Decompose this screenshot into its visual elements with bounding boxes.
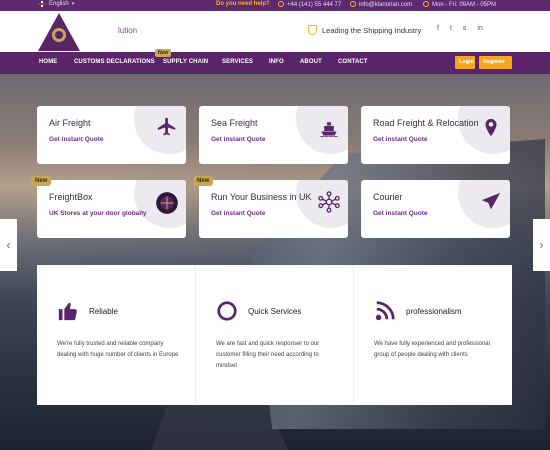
chevron-left-icon: ‹ [6,238,11,252]
feature-description: We have fully experienced and profession… [374,341,490,358]
register-button[interactable]: Register [479,56,512,69]
card-title: Air Freight [49,118,91,128]
language-selector[interactable]: English ▾ [38,1,74,7]
feature-professionalism: professionalism We have fully experience… [353,265,511,405]
hours-text: Mon - Fri: 09AM - 05PM [432,2,497,8]
feature-title: Reliable [89,307,118,316]
clock-icon [423,1,429,7]
card-link[interactable]: Get instant Quote [211,136,266,143]
card-link[interactable]: Get instant Quote [373,136,428,143]
top-bar: English ▾ Do you need help? +44 (141) 55… [0,0,550,11]
card-link[interactable]: Get instant Quote [49,136,104,143]
mail-icon [350,1,356,7]
card-link[interactable]: Get instant Quote [211,210,266,217]
service-card-air-freight[interactable]: Air Freight Get instant Quote [37,106,186,164]
nav-home[interactable]: HOME [39,59,57,65]
card-title: FreightBox [49,192,93,202]
feature-quick-services: Quick Services We are fast and quick res… [195,265,353,405]
map-pin-icon [485,118,497,137]
card-title: Sea Freight [211,118,258,128]
shield-icon [308,25,317,35]
card-title: Run Your Business in UK [211,192,312,202]
circle-icon [217,301,237,321]
chevron-right-icon: › [539,238,544,252]
nav-contact[interactable]: CONTACT [338,59,368,65]
carousel-next-button[interactable]: › [533,219,550,271]
card-title: Courier [373,192,403,202]
login-button[interactable]: Login [455,56,475,69]
feature-reliable: Reliable We're fully trusted and reliabl… [37,265,195,405]
help-label: Do you need help? [216,1,270,7]
new-badge: New [193,176,214,186]
phone-text: +44 (141) 55 444 77 [287,2,342,8]
nav-customs-declarations[interactable]: CUSTOMS DECLARATIONS [74,59,155,65]
phone-contact[interactable]: +44 (141) 55 444 77 [278,1,341,8]
carousel-prev-button[interactable]: ‹ [0,219,17,271]
chevron-down-icon: ▾ [71,1,75,7]
thumbs-up-icon [58,302,77,321]
service-card-road-freight[interactable]: Road Freight & Relocation Get instant Qu… [361,106,510,164]
service-card-sea-freight[interactable]: Sea Freight Get instant Quote [199,106,348,164]
nav-about[interactable]: ABOUT [300,59,322,65]
service-card-courier[interactable]: Courier Get instant Quote [361,180,510,238]
brand-name-fragment: lution [118,26,138,35]
card-link[interactable]: Get instant Quote [373,210,428,217]
skype-icon[interactable]: s [463,25,467,32]
opening-hours: Mon - Fri: 09AM - 05PM [423,1,496,8]
nav-info[interactable]: INFO [269,59,284,65]
service-card-freightbox[interactable]: FreightBox UK Stores at your door global… [37,180,186,238]
service-card-run-business-uk[interactable]: Run Your Business in UK Get instant Quot… [199,180,348,238]
email-text: info@klanorian.com [359,2,413,8]
feature-description: We're fully trusted and reliable company… [57,341,179,358]
new-badge: New [155,49,172,57]
nav-supply-chain[interactable]: SUPPLY CHAIN [163,59,208,65]
card-link[interactable]: UK Stores at your door globally [49,210,147,217]
network-icon [318,191,340,213]
twitter-icon[interactable]: t [450,25,452,32]
features-panel: Reliable We're fully trusted and reliabl… [37,265,512,405]
phone-icon [278,1,284,7]
logo[interactable] [38,13,80,53]
feature-title: professionalism [406,307,462,316]
email-contact[interactable]: info@klanorian.com [350,1,412,8]
uk-flag-icon [38,1,46,7]
tagline-text: Leading the Shipping Industry [322,25,422,35]
feature-title: Quick Services [248,307,302,316]
card-title: Road Freight & Relocation [373,118,479,128]
language-label: English [49,1,69,7]
nav-services[interactable]: SERVICES [222,59,253,65]
globe-box-icon [156,192,178,214]
social-links: f t s in [437,25,483,32]
facebook-icon[interactable]: f [437,25,439,32]
feature-description: We are fast and quick responser to our c… [216,341,320,369]
tagline: Leading the Shipping Industry [308,25,421,35]
new-badge: New [31,176,52,186]
rss-icon [375,301,395,321]
ship-icon [319,122,339,138]
airplane-icon [157,117,176,136]
linkedin-icon[interactable]: in [477,25,482,32]
paper-plane-icon [481,192,501,210]
